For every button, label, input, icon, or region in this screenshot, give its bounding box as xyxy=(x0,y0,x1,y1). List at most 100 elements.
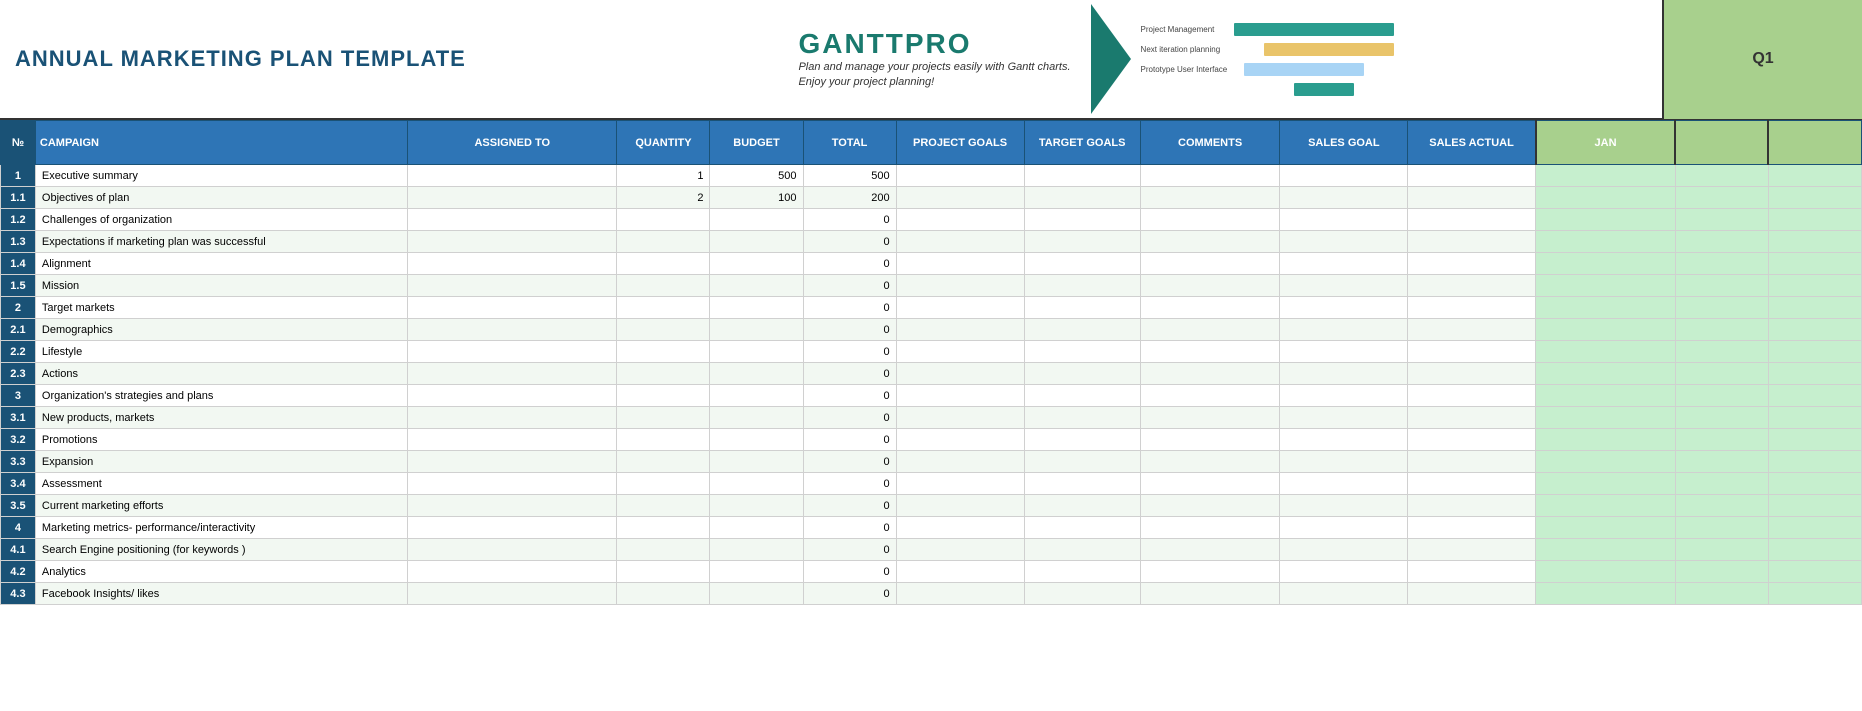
table-cell[interactable]: 0 xyxy=(803,253,896,275)
table-cell[interactable] xyxy=(710,429,803,451)
table-cell[interactable] xyxy=(1768,385,1861,407)
table-cell[interactable] xyxy=(1280,561,1408,583)
table-cell[interactable] xyxy=(1675,495,1768,517)
table-cell[interactable] xyxy=(1408,275,1536,297)
table-cell[interactable] xyxy=(1768,539,1861,561)
table-cell[interactable] xyxy=(710,451,803,473)
table-cell[interactable] xyxy=(408,165,617,187)
table-cell[interactable] xyxy=(1280,341,1408,363)
table-cell[interactable] xyxy=(1768,209,1861,231)
table-cell[interactable] xyxy=(710,297,803,319)
table-cell[interactable] xyxy=(1408,209,1536,231)
table-cell[interactable] xyxy=(1140,187,1280,209)
table-cell[interactable] xyxy=(1675,165,1768,187)
table-cell[interactable] xyxy=(896,451,1024,473)
table-cell[interactable] xyxy=(1024,495,1140,517)
table-cell[interactable]: Promotions xyxy=(35,429,407,451)
table-cell[interactable]: 0 xyxy=(803,407,896,429)
table-cell[interactable] xyxy=(617,363,710,385)
table-cell[interactable] xyxy=(408,297,617,319)
table-cell[interactable]: 0 xyxy=(803,539,896,561)
table-cell[interactable]: Expectations if marketing plan was succe… xyxy=(35,231,407,253)
table-cell[interactable] xyxy=(1675,451,1768,473)
table-cell[interactable] xyxy=(408,473,617,495)
table-cell[interactable] xyxy=(1280,495,1408,517)
table-cell[interactable] xyxy=(1140,209,1280,231)
table-cell[interactable] xyxy=(1024,297,1140,319)
table-cell[interactable] xyxy=(1536,297,1676,319)
table-cell[interactable] xyxy=(408,407,617,429)
table-cell[interactable] xyxy=(1768,341,1861,363)
table-cell[interactable] xyxy=(1536,209,1676,231)
table-cell[interactable] xyxy=(408,517,617,539)
table-cell[interactable] xyxy=(896,495,1024,517)
table-cell[interactable] xyxy=(710,363,803,385)
table-cell[interactable] xyxy=(710,583,803,605)
table-cell[interactable] xyxy=(1536,561,1676,583)
table-cell[interactable] xyxy=(408,187,617,209)
table-cell[interactable]: 2 xyxy=(617,187,710,209)
row-no-cell[interactable]: 3.5 xyxy=(1,495,36,517)
table-cell[interactable] xyxy=(1768,297,1861,319)
table-cell[interactable] xyxy=(710,275,803,297)
row-no-cell[interactable]: 1.4 xyxy=(1,253,36,275)
table-cell[interactable] xyxy=(617,473,710,495)
table-cell[interactable] xyxy=(1536,385,1676,407)
row-no-cell[interactable]: 3 xyxy=(1,385,36,407)
table-cell[interactable] xyxy=(1280,297,1408,319)
table-cell[interactable] xyxy=(1024,385,1140,407)
table-cell[interactable] xyxy=(1408,451,1536,473)
table-cell[interactable] xyxy=(710,407,803,429)
table-cell[interactable] xyxy=(1140,561,1280,583)
table-cell[interactable] xyxy=(1675,583,1768,605)
table-cell[interactable] xyxy=(1140,407,1280,429)
table-cell[interactable] xyxy=(1024,341,1140,363)
table-cell[interactable] xyxy=(1768,253,1861,275)
table-cell[interactable] xyxy=(1024,473,1140,495)
row-no-cell[interactable]: 1.5 xyxy=(1,275,36,297)
table-cell[interactable] xyxy=(1024,539,1140,561)
table-cell[interactable] xyxy=(1140,495,1280,517)
table-cell[interactable] xyxy=(896,297,1024,319)
table-cell[interactable] xyxy=(896,473,1024,495)
table-cell[interactable]: 0 xyxy=(803,495,896,517)
table-cell[interactable] xyxy=(1280,583,1408,605)
table-cell[interactable] xyxy=(617,583,710,605)
table-cell[interactable] xyxy=(896,253,1024,275)
table-cell[interactable] xyxy=(1024,407,1140,429)
table-cell[interactable] xyxy=(1408,297,1536,319)
row-no-cell[interactable]: 3.3 xyxy=(1,451,36,473)
table-cell[interactable] xyxy=(617,297,710,319)
table-cell[interactable] xyxy=(1140,583,1280,605)
table-cell[interactable] xyxy=(1024,319,1140,341)
table-cell[interactable] xyxy=(710,231,803,253)
table-cell[interactable] xyxy=(1280,517,1408,539)
table-cell[interactable] xyxy=(896,341,1024,363)
table-cell[interactable] xyxy=(1408,583,1536,605)
table-cell[interactable] xyxy=(1675,363,1768,385)
table-cell[interactable] xyxy=(1140,539,1280,561)
table-cell[interactable] xyxy=(1675,341,1768,363)
row-no-cell[interactable]: 3.4 xyxy=(1,473,36,495)
table-cell[interactable] xyxy=(1140,165,1280,187)
table-cell[interactable]: Actions xyxy=(35,363,407,385)
table-cell[interactable] xyxy=(1408,561,1536,583)
table-cell[interactable]: Assessment xyxy=(35,473,407,495)
table-cell[interactable]: Expansion xyxy=(35,451,407,473)
table-cell[interactable] xyxy=(1280,539,1408,561)
table-cell[interactable] xyxy=(1768,363,1861,385)
table-cell[interactable] xyxy=(1408,385,1536,407)
table-cell[interactable] xyxy=(1140,385,1280,407)
table-cell[interactable]: 0 xyxy=(803,451,896,473)
table-cell[interactable] xyxy=(1768,583,1861,605)
table-cell[interactable] xyxy=(1768,187,1861,209)
table-cell[interactable] xyxy=(1024,187,1140,209)
table-cell[interactable] xyxy=(1675,187,1768,209)
table-cell[interactable] xyxy=(896,209,1024,231)
table-cell[interactable] xyxy=(1768,495,1861,517)
table-cell[interactable] xyxy=(1024,561,1140,583)
table-cell[interactable] xyxy=(896,187,1024,209)
table-cell[interactable]: 0 xyxy=(803,429,896,451)
table-cell[interactable] xyxy=(710,517,803,539)
table-cell[interactable] xyxy=(617,429,710,451)
